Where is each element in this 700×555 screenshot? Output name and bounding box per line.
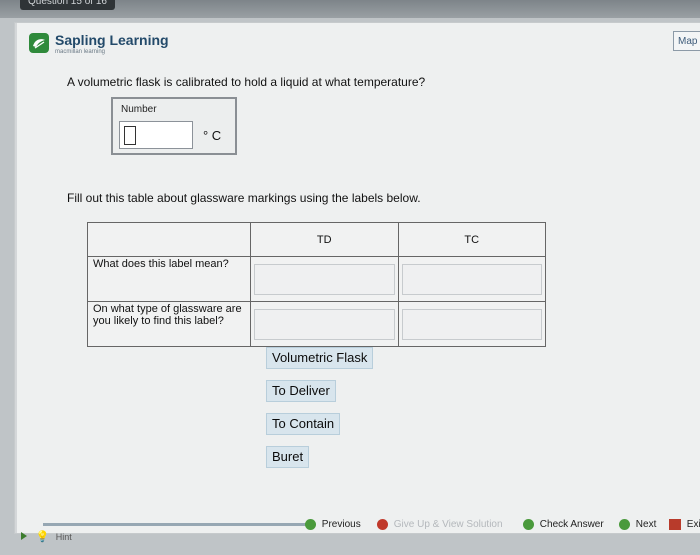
number-answer-box: Number ° C [111, 97, 237, 155]
label-to-deliver[interactable]: To Deliver [266, 380, 336, 402]
hint-label: Hint [55, 532, 72, 542]
draggable-labels: Volumetric Flask To Deliver To Contain B… [266, 347, 374, 479]
cell-tc-meaning [397, 256, 546, 302]
table-row: On what type of glassware are you likely… [87, 301, 546, 347]
lightbulb-icon: 💡 [35, 531, 50, 543]
top-bar: Question 15 of 16 [0, 0, 700, 18]
unit-label: ° C [203, 128, 222, 143]
corner-cell [87, 222, 251, 257]
map-button[interactable]: Map [673, 31, 700, 51]
cell-td-glassware [250, 301, 399, 347]
brand-subtitle: macmillan learning [55, 49, 106, 55]
column-header-td: TD [250, 222, 399, 257]
expand-triangle-icon [21, 532, 27, 540]
drop-target-td-meaning[interactable] [254, 263, 395, 295]
cell-tc-glassware [397, 301, 546, 347]
drop-target-td-glassware[interactable] [254, 308, 395, 340]
table-header-row: TD TC [87, 222, 546, 257]
table-instructions: Fill out this table about glassware mark… [67, 191, 421, 205]
drop-target-tc-glassware[interactable] [401, 308, 542, 340]
question-text: A volumetric flask is calibrated to hold… [67, 75, 426, 89]
temperature-input[interactable] [119, 121, 193, 149]
input-cursor [124, 126, 136, 145]
label-volumetric-flask[interactable]: Volumetric Flask [266, 347, 374, 369]
glassware-markings-table: TD TC What does this label mean? On what… [87, 222, 546, 347]
cell-td-meaning [250, 256, 399, 302]
footer-bar: 💡 Hint Previous Give Up & View Solution … [15, 495, 700, 555]
label-buret[interactable]: Buret [266, 446, 310, 468]
number-label: Number [121, 104, 157, 115]
question-panel: Sapling Learning macmillan learning Map … [14, 22, 700, 543]
drop-target-tc-meaning[interactable] [401, 263, 542, 295]
sapling-logo-icon [29, 33, 49, 53]
table-row: What does this label mean? [87, 256, 546, 302]
question-counter: Question 15 of 16 [20, 0, 115, 10]
brand-name: Sapling Learning [55, 32, 169, 48]
row-header-meaning: What does this label mean? [87, 256, 251, 302]
column-header-tc: TC [397, 222, 546, 257]
label-to-contain[interactable]: To Contain [266, 413, 341, 435]
row-header-glassware: On what type of glassware are you likely… [87, 301, 251, 347]
hint-button[interactable]: 💡 Hint [21, 530, 72, 543]
